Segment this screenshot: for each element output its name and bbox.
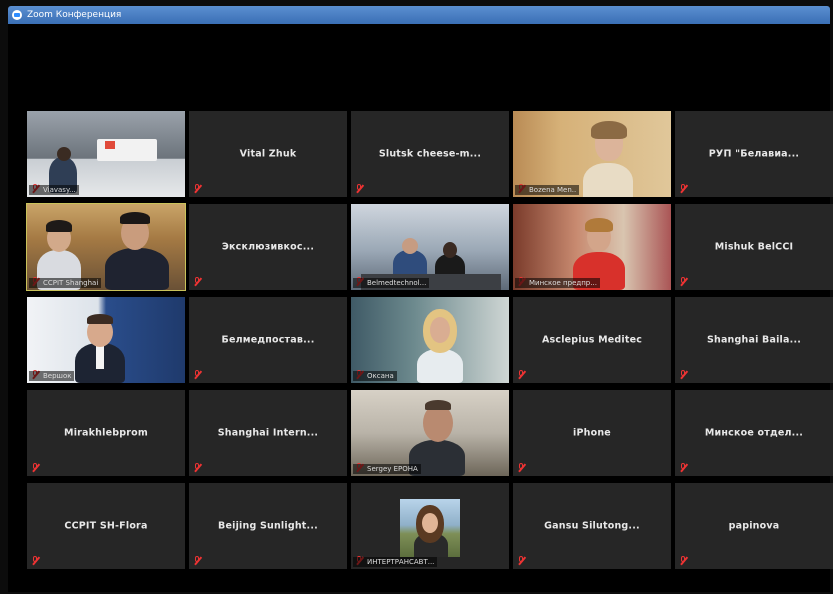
participant-tile[interactable]: Эксклюзивкос...: [189, 204, 347, 290]
mic-muted-icon: [679, 277, 687, 287]
participant-name: Shanghai Intern...: [217, 427, 319, 439]
participant-tile[interactable]: Slutsk cheese-m...: [351, 111, 509, 197]
mic-muted-icon: [517, 370, 525, 380]
participant-tile-video[interactable]: Вершок: [27, 297, 185, 383]
participant-tile[interactable]: Gansu Silutong...: [513, 483, 671, 569]
participant-tile[interactable]: РУП "Белавиа...: [675, 111, 833, 197]
participant-tile[interactable]: Минское отдел...: [675, 390, 833, 476]
participant-tile-video[interactable]: Belmedtechnol...: [351, 204, 509, 290]
participant-tile[interactable]: Beijing Sunlight...: [189, 483, 347, 569]
participant-name: Shanghai Baila...: [706, 334, 802, 346]
participant-name: Sergey EPOHA: [353, 464, 421, 474]
window-title: Zoom Конференция: [27, 10, 122, 20]
participant-name: Эксклюзивкос...: [221, 241, 315, 253]
gallery-grid: Viavasy... Vital Zhuk Slutsk cheese-m...…: [26, 111, 833, 569]
participant-tile[interactable]: Shanghai Baila...: [675, 297, 833, 383]
participant-tile[interactable]: Asclepius Meditec: [513, 297, 671, 383]
participant-tile-video[interactable]: Оксана: [351, 297, 509, 383]
participant-name: Asclepius Meditec: [541, 334, 643, 346]
mic-muted-icon: [517, 463, 525, 473]
mic-muted-icon: [679, 556, 687, 566]
participant-name: CCPIT Shanghai: [29, 278, 102, 288]
participant-name: Bozena Men..: [515, 185, 580, 195]
mic-muted-icon: [193, 556, 201, 566]
participant-tile[interactable]: Shanghai Intern...: [189, 390, 347, 476]
zoom-logo-icon: [12, 10, 22, 20]
participant-name: Mishuk BelCCI: [714, 241, 794, 253]
participant-tile-video[interactable]: Минское предпр...: [513, 204, 671, 290]
mic-muted-icon: [193, 463, 201, 473]
participant-name: iPhone: [573, 427, 611, 439]
participant-name: Viavasy...: [29, 185, 79, 195]
participant-tile-video-speaking[interactable]: CCPIT Shanghai: [26, 203, 186, 291]
participant-name: CCPIT SH-Flora: [64, 520, 148, 532]
participant-name: Mirakhlebprom: [64, 427, 148, 439]
participant-tile-video[interactable]: Viavasy...: [27, 111, 185, 197]
participant-name: Vital Zhuk: [239, 148, 297, 160]
participant-name: Belmedtechnol...: [353, 278, 430, 288]
participant-name: РУП "Белавиа...: [708, 148, 800, 160]
window-titlebar: Zoom Конференция: [8, 6, 830, 24]
participant-name: ИНТЕРТРАНСАВТ...: [353, 557, 438, 567]
mic-muted-icon: [679, 463, 687, 473]
participant-tile[interactable]: iPhone: [513, 390, 671, 476]
participant-name: Белмедпостав...: [221, 334, 315, 346]
participant-tile-video[interactable]: ИНТЕРТРАНСАВТ...: [351, 483, 509, 569]
participant-tile-video[interactable]: Sergey EPOHA: [351, 390, 509, 476]
mic-muted-icon: [679, 184, 687, 194]
mic-muted-icon: [31, 556, 39, 566]
video-feed: [400, 499, 460, 557]
mic-muted-icon: [193, 370, 201, 380]
mic-muted-icon: [193, 184, 201, 194]
participant-tile[interactable]: Mishuk BelCCI: [675, 204, 833, 290]
participant-name: Оксана: [353, 371, 397, 381]
participant-name: Минское отдел...: [704, 427, 804, 439]
participant-tile-video[interactable]: Bozena Men..: [513, 111, 671, 197]
participant-name: papinova: [728, 520, 780, 532]
participant-name: Gansu Silutong...: [544, 520, 640, 532]
mic-muted-icon: [679, 370, 687, 380]
participant-name: Минское предпр...: [515, 278, 600, 288]
participant-tile[interactable]: Vital Zhuk: [189, 111, 347, 197]
participant-tile[interactable]: papinova: [675, 483, 833, 569]
mic-muted-icon: [517, 556, 525, 566]
participant-name: Beijing Sunlight...: [218, 520, 318, 532]
mic-muted-icon: [193, 277, 201, 287]
mic-muted-icon: [31, 463, 39, 473]
participant-tile[interactable]: CCPIT SH-Flora: [27, 483, 185, 569]
participant-name: Slutsk cheese-m...: [378, 148, 482, 160]
participant-tile[interactable]: Белмедпостав...: [189, 297, 347, 383]
mic-muted-icon: [355, 184, 363, 194]
participant-name: Вершок: [29, 371, 75, 381]
participant-tile[interactable]: Mirakhlebprom: [27, 390, 185, 476]
